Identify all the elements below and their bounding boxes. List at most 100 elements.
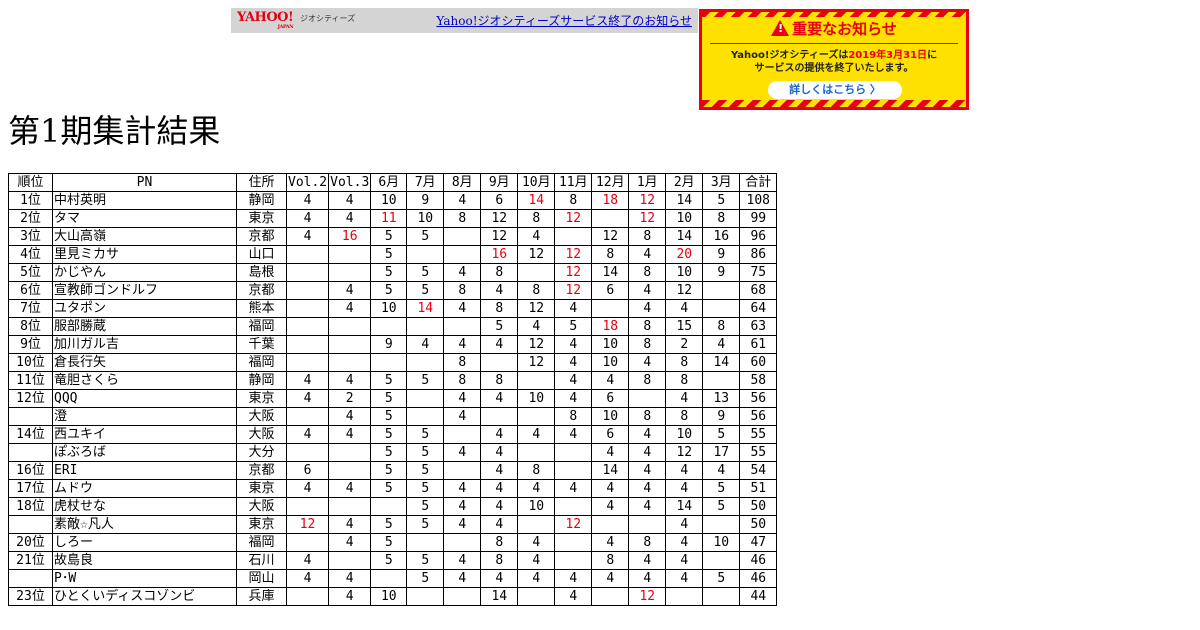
yahoo-japan-logo[interactable]: YAHOO! JAPAN (237, 11, 294, 30)
address-cell: 京都 (236, 461, 287, 480)
score-cell: 4 (480, 335, 519, 354)
details-button[interactable]: 詳しくはこちら 〉 (768, 81, 902, 99)
total-cell: 50 (739, 497, 778, 516)
table-row: 9位 加川ガル吉 千葉 9 4 4 4 12 4 10 8 2 4 61 (8, 335, 778, 354)
score-cell: 4 (443, 443, 482, 462)
score-cell: 4 (665, 389, 704, 408)
score-cell: 12 (554, 245, 593, 264)
score-cell: 12 (517, 299, 556, 318)
score-cell: 10 (702, 533, 741, 552)
score-cell: 4 (328, 533, 372, 552)
score-cell: 9 (406, 191, 445, 210)
results-table: 順位 PN 住所 Vol.2 Vol.3 6月 7月 8月 9月 10月 11月 12月 1月 2月 3月合… (8, 173, 778, 606)
score-cell: 6 (285, 461, 330, 480)
score-cell: 12 (517, 245, 556, 264)
score-cell: 4 (628, 245, 667, 264)
notice-body: Yahoo!ジオシティーズは2019年3月31日に サービスの提供を終了いたしま… (702, 49, 966, 75)
important-notice-banner[interactable]: ! 重要なお知らせ Yahoo!ジオシティーズは2019年3月31日に サービスの… (699, 9, 969, 110)
rank-cell (8, 407, 53, 426)
table-row: 17位 ムドウ 東京 4 4 5 5 4 4 4 4 4 4 4 5 51 (8, 479, 778, 498)
score-cell: 12 (591, 227, 630, 246)
score-cell: 12 (480, 209, 519, 228)
total-cell: 56 (739, 389, 778, 408)
score-cell: 4 (554, 425, 593, 444)
score-cell: 8 (628, 533, 667, 552)
score-cell: 10 (517, 389, 556, 408)
score-cell: 4 (591, 533, 630, 552)
score-cell: 8 (628, 227, 667, 246)
column-header: 11月 (554, 173, 593, 192)
address-cell: 東京 (236, 479, 287, 498)
score-cell: 4 (480, 497, 519, 516)
score-cell: 5 (554, 317, 593, 336)
notice-divider (710, 43, 958, 44)
score-cell (328, 461, 372, 480)
pen-name-cell: 虎杖せな (52, 497, 237, 516)
score-cell: 8 (443, 353, 482, 372)
score-cell (406, 245, 445, 264)
score-cell (554, 551, 593, 570)
rank-cell: 14位 (8, 425, 53, 444)
score-cell: 5 (406, 425, 445, 444)
rank-cell: 8位 (8, 317, 53, 336)
score-cell: 5 (702, 569, 741, 588)
score-cell (406, 317, 445, 336)
pen-name-cell: 竜胆さくら (52, 371, 237, 390)
score-cell: 16 (480, 245, 519, 264)
service-end-link[interactable]: Yahoo!ジオシティーズサービス終了のお知らせ (436, 12, 692, 29)
score-cell: 5 (406, 479, 445, 498)
column-header: 6月 (370, 173, 408, 192)
score-cell (443, 587, 482, 606)
score-cell: 4 (328, 587, 372, 606)
table-row: 5位 かじやん 島根 5 5 4 8 12 14 8 10 9 75 (8, 263, 778, 282)
pen-name-cell: 澄 (52, 407, 237, 426)
address-cell: 東京 (236, 209, 287, 228)
notice-bottom-stripes (702, 100, 966, 107)
score-cell (285, 497, 330, 516)
address-cell: 石川 (236, 551, 287, 570)
score-cell: 4 (443, 299, 482, 318)
rank-cell (8, 443, 53, 462)
notice-title: ! 重要なお知らせ (702, 18, 966, 39)
score-cell: 8 (443, 281, 482, 300)
score-cell: 9 (702, 263, 741, 282)
score-cell: 4 (285, 569, 330, 588)
score-cell (285, 281, 330, 300)
score-cell: 12 (554, 263, 593, 282)
score-cell: 4 (591, 569, 630, 588)
score-cell: 4 (328, 479, 372, 498)
score-cell: 5 (370, 479, 408, 498)
table-row: 6位 宣教師ゴンドルフ 京都 4 5 5 8 4 8 12 6 4 12 68 (8, 281, 778, 300)
score-cell: 4 (480, 425, 519, 444)
score-cell (591, 515, 630, 534)
rank-cell: 1位 (8, 191, 53, 210)
score-cell: 10 (591, 407, 630, 426)
score-cell: 8 (517, 209, 556, 228)
score-cell: 4 (591, 497, 630, 516)
score-cell: 16 (328, 227, 372, 246)
score-cell: 5 (702, 497, 741, 516)
score-cell: 5 (406, 551, 445, 570)
score-cell: 4 (443, 389, 482, 408)
total-cell: 51 (739, 479, 778, 498)
score-cell (443, 317, 482, 336)
score-cell: 11 (370, 209, 408, 228)
address-cell: 東京 (236, 389, 287, 408)
score-cell: 13 (702, 389, 741, 408)
score-cell: 5 (406, 227, 445, 246)
column-header: 1月 (628, 173, 667, 192)
address-cell: 静岡 (236, 191, 287, 210)
score-cell: 4 (628, 479, 667, 498)
score-cell: 10 (665, 263, 704, 282)
rank-cell (8, 569, 53, 588)
rank-cell: 7位 (8, 299, 53, 318)
score-cell (517, 587, 556, 606)
total-cell: 55 (739, 443, 778, 462)
score-cell: 8 (554, 191, 593, 210)
score-cell: 4 (628, 353, 667, 372)
address-cell: 福岡 (236, 353, 287, 372)
total-cell: 46 (739, 569, 778, 588)
score-cell: 4 (443, 479, 482, 498)
column-header: 合計 (739, 173, 778, 192)
score-cell: 8 (628, 317, 667, 336)
